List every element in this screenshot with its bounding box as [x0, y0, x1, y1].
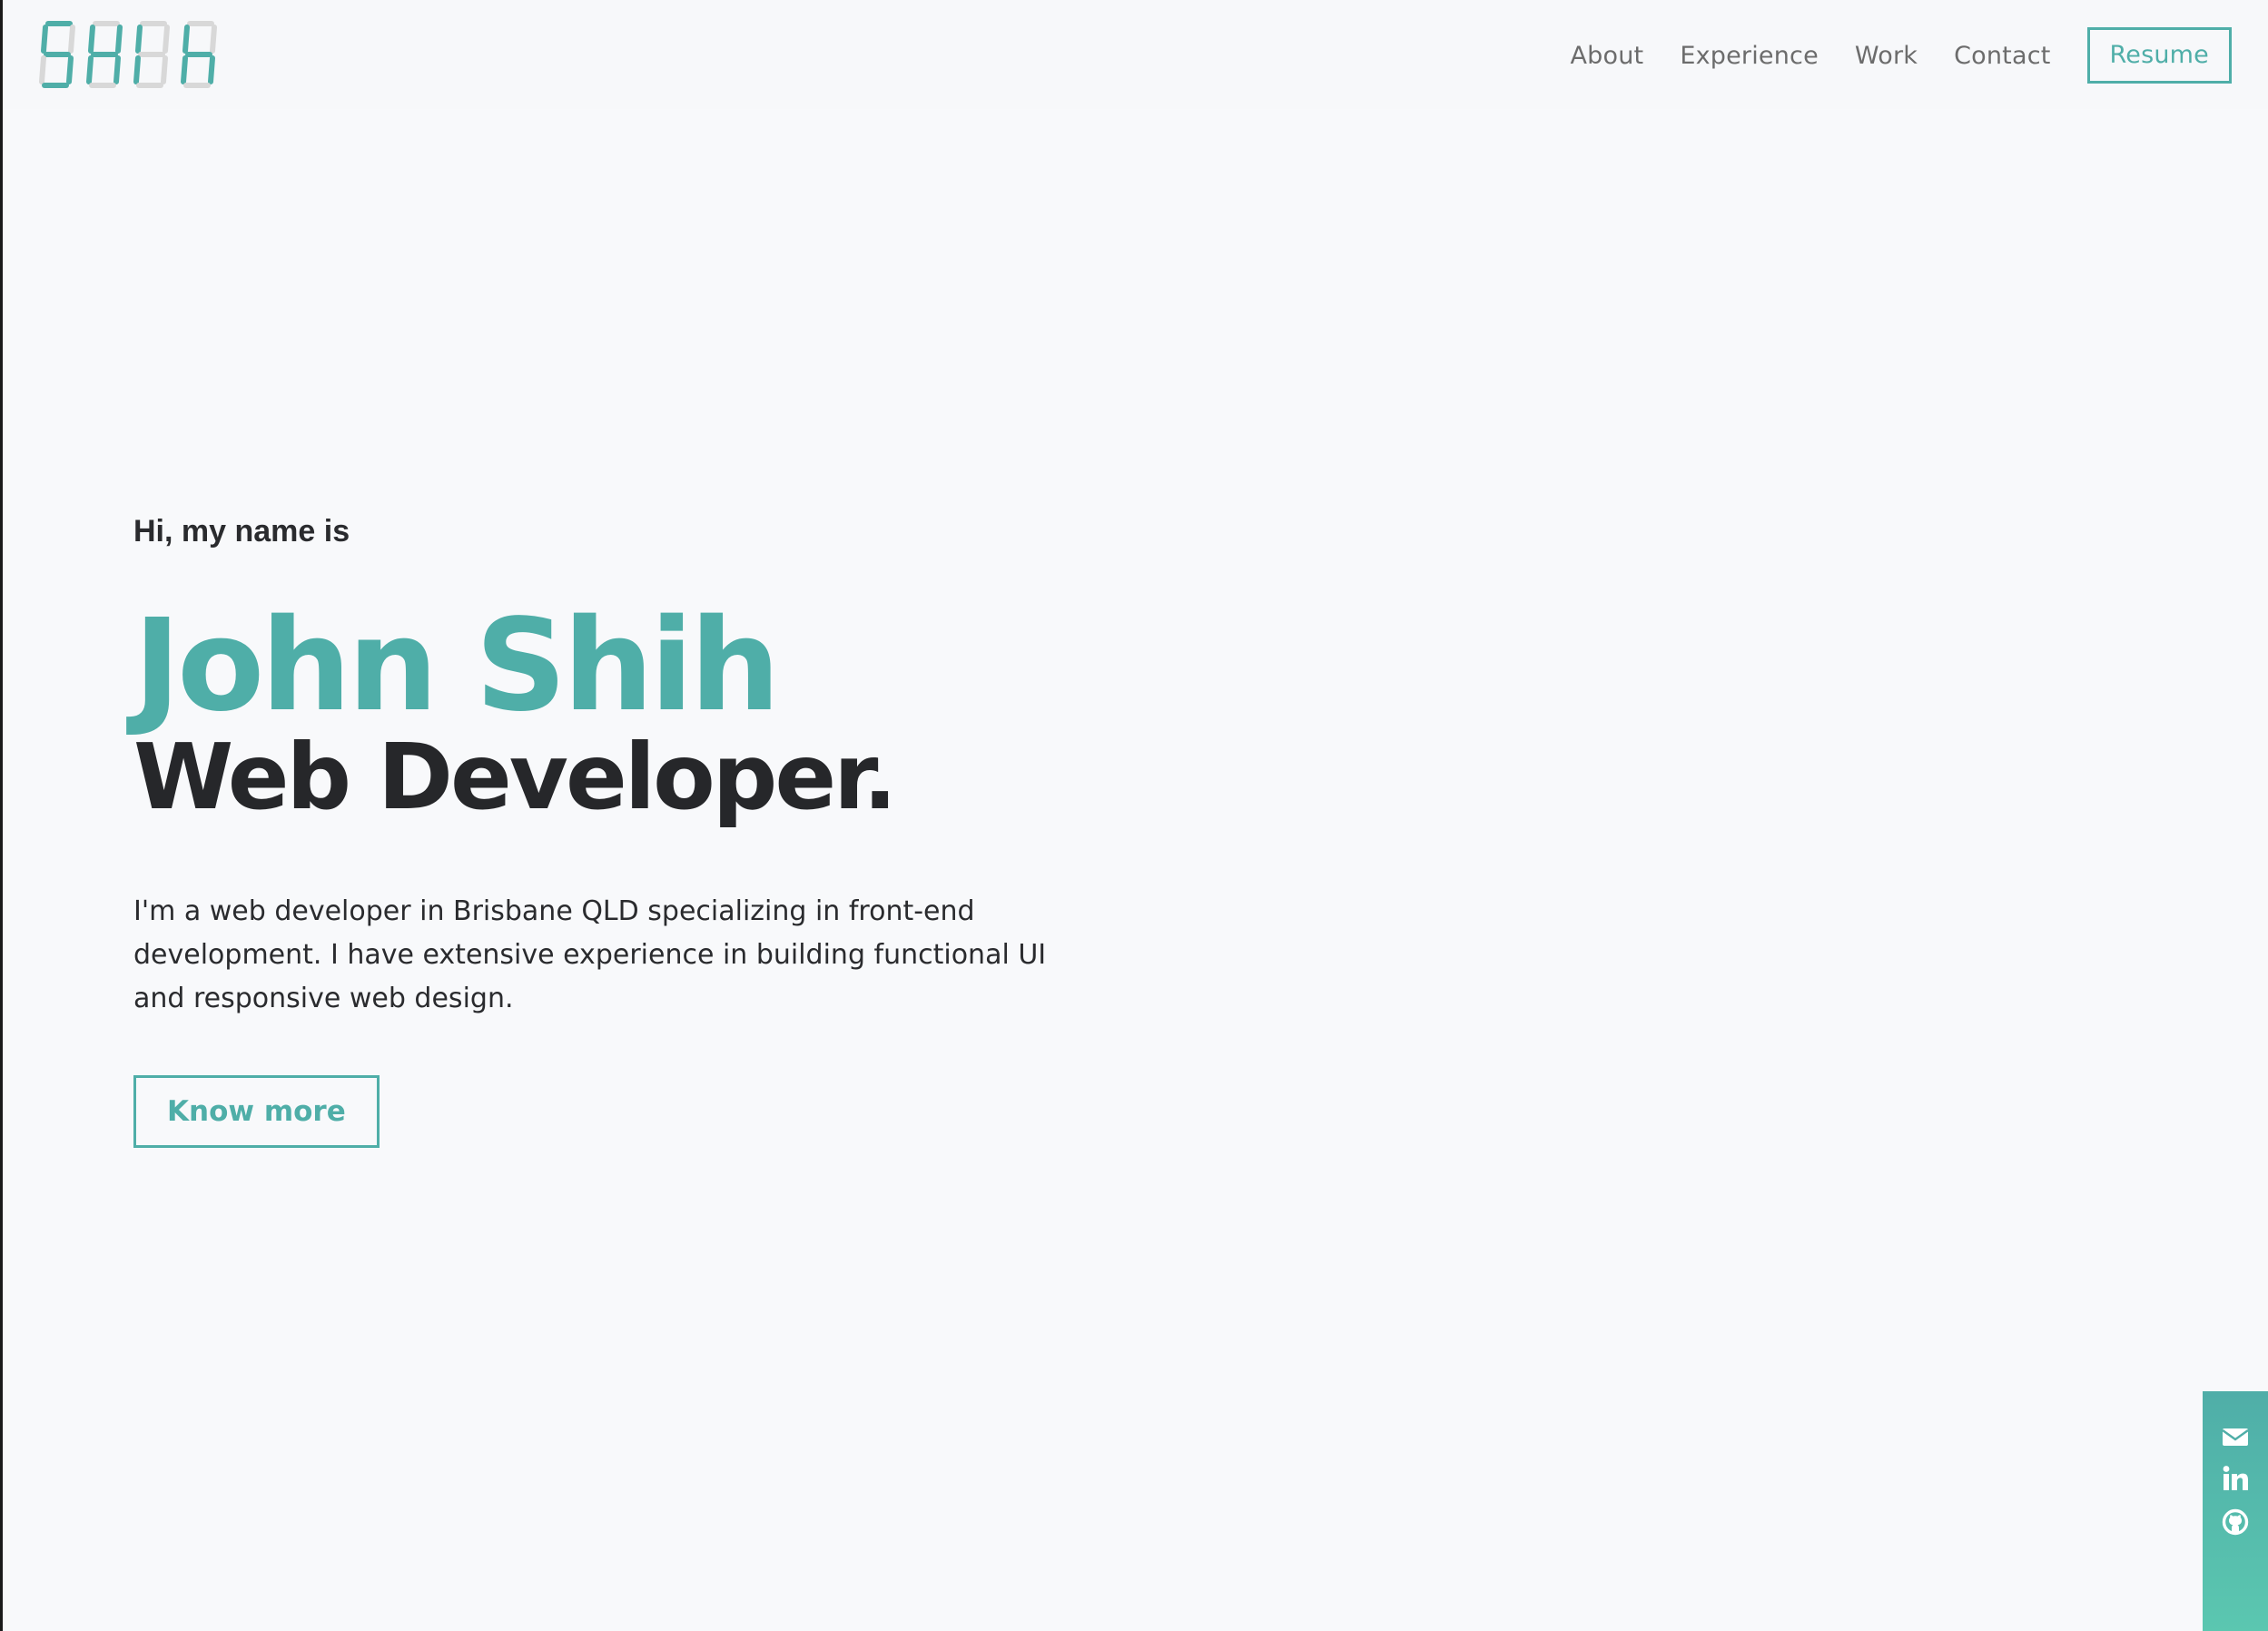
hero-section: Hi, my name is John Shih Web Developer. …	[133, 509, 1132, 1148]
github-icon[interactable]	[2221, 1507, 2250, 1537]
nav-link-work[interactable]: Work	[1855, 42, 1918, 70]
logo-letter-s	[39, 21, 75, 88]
social-sidebar	[2203, 1391, 2268, 1631]
nav-link-contact[interactable]: Contact	[1954, 42, 2050, 70]
hero-intro: I'm a web developer in Brisbane QLD spec…	[133, 895, 1047, 1014]
site-header: About Experience Work Contact Resume	[3, 0, 2268, 109]
logo-letter-h1	[86, 21, 123, 88]
know-more-button[interactable]: Know more	[133, 1075, 380, 1148]
nav-link-about[interactable]: About	[1571, 42, 1644, 70]
resume-button[interactable]: Resume	[2086, 27, 2232, 84]
hero-name: John Shih	[133, 592, 781, 740]
main-nav: About Experience Work Contact Resume	[1534, 27, 2232, 84]
nav-link-experience[interactable]: Experience	[1680, 42, 1819, 70]
envelope-icon[interactable]	[2221, 1422, 2250, 1451]
logo[interactable]	[39, 20, 221, 89]
linkedin-icon[interactable]	[2221, 1464, 2250, 1493]
hero-greeting: Hi, my name is	[133, 514, 350, 549]
logo-letter-i	[133, 21, 170, 88]
page: About Experience Work Contact Resume Hi,…	[0, 0, 2268, 1631]
logo-letter-h2	[181, 21, 217, 88]
hero-role: Web Developer.	[133, 724, 897, 830]
